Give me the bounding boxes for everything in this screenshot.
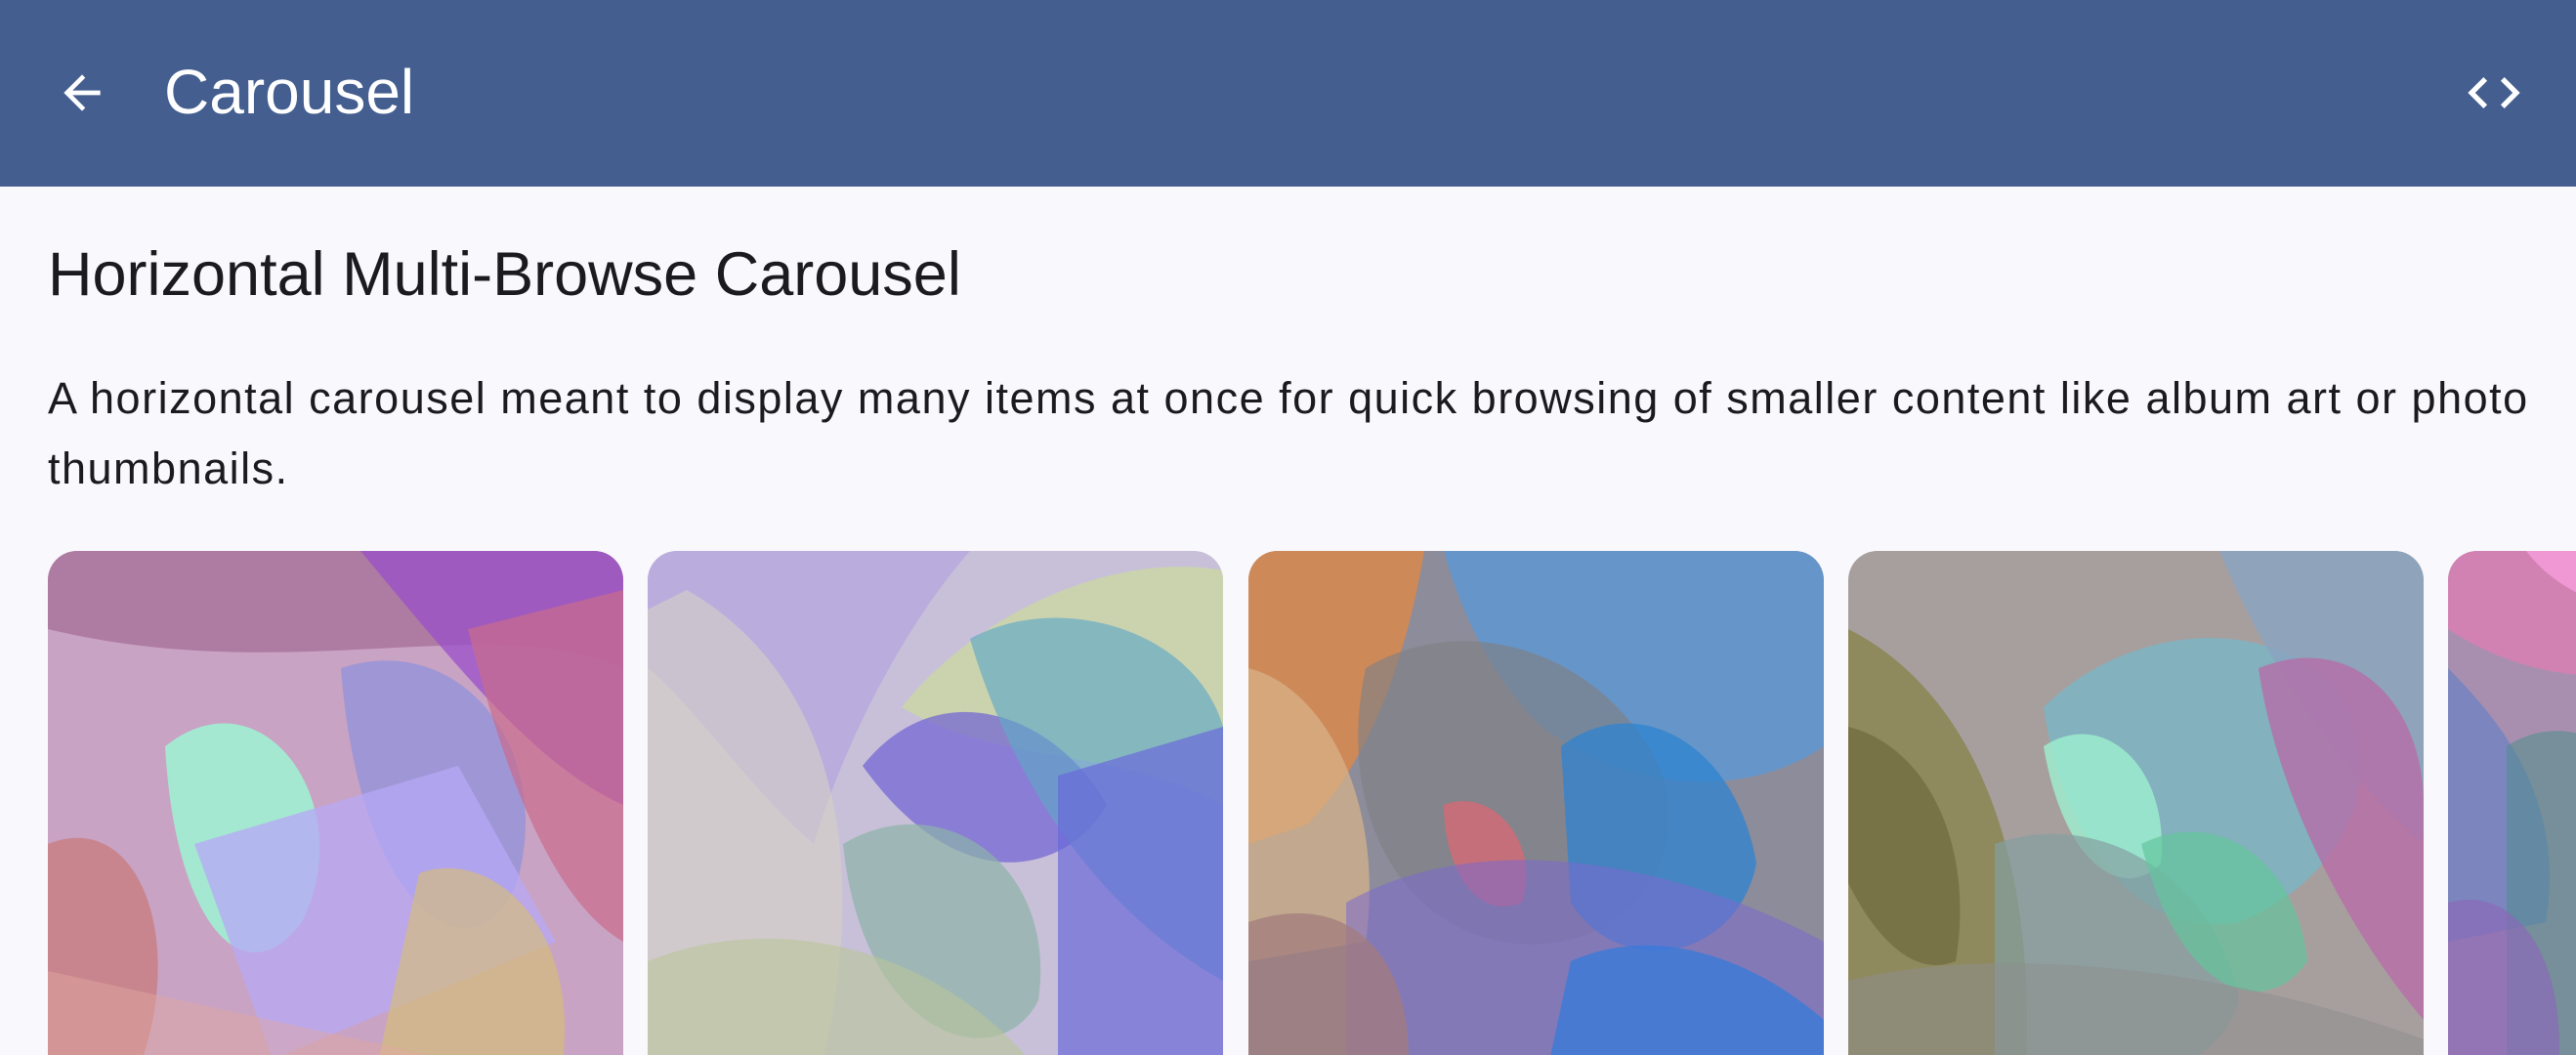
carousel-item-1[interactable]: [48, 551, 623, 1055]
abstract-image-1: [48, 551, 623, 1055]
code-icon: [2468, 77, 2520, 108]
abstract-image-3: [1248, 551, 1824, 1055]
content-area: Horizontal Multi-Browse Carousel A horiz…: [0, 187, 2576, 1055]
carousel-item-4[interactable]: [1848, 551, 2424, 1055]
arrow-back-icon: [63, 74, 101, 111]
section-title: Horizontal Multi-Browse Carousel: [48, 240, 961, 309]
app-root: Carousel Horizontal Multi-Browse Carouse…: [0, 0, 2576, 1055]
carousel-item-5[interactable]: [2448, 551, 2576, 1055]
carousel-item-2[interactable]: [648, 551, 1223, 1055]
carousel-item-3[interactable]: [1248, 551, 1824, 1055]
section-description: A horizontal carousel meant to display m…: [48, 373, 2529, 493]
abstract-image-4: [1848, 551, 2424, 1055]
multi-browse-carousel[interactable]: [0, 551, 2576, 1055]
abstract-image-2: [648, 551, 1223, 1055]
back-button[interactable]: [39, 50, 125, 136]
top-app-bar: Carousel: [0, 0, 2576, 187]
app-bar-title: Carousel: [164, 57, 415, 127]
abstract-image-5: [2448, 551, 2576, 1055]
view-code-button[interactable]: [2451, 50, 2537, 136]
